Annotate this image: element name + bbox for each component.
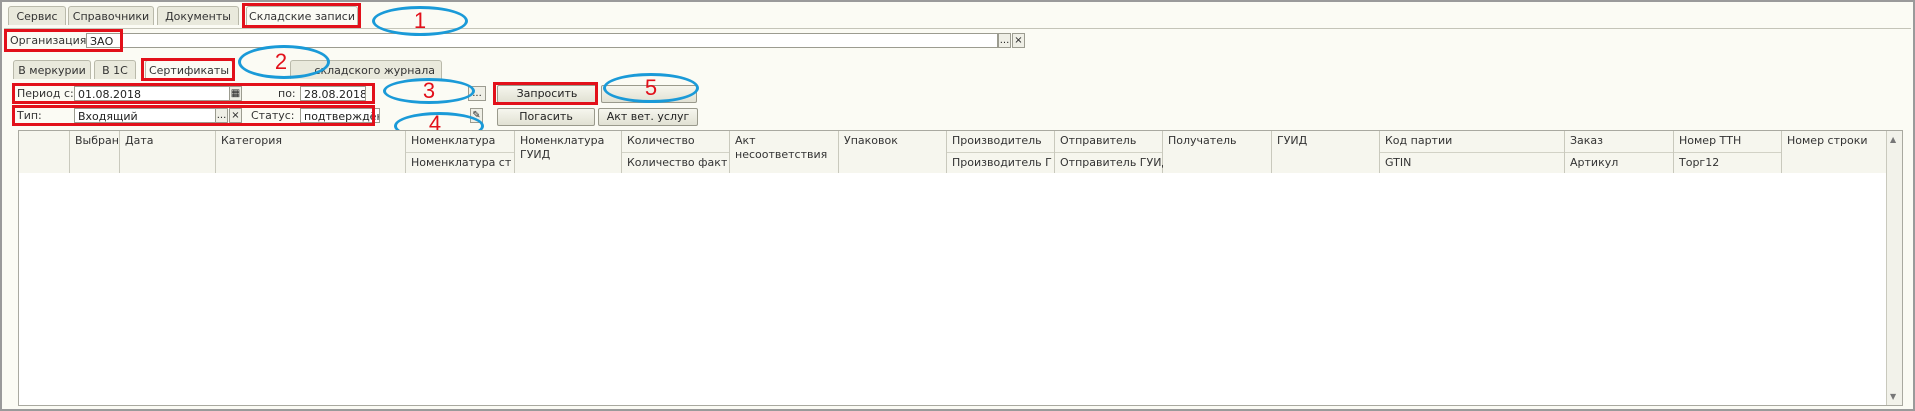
header-divider (622, 152, 729, 153)
scroll-up-icon[interactable]: ▲ (1890, 135, 1896, 144)
tab-service[interactable]: Сервис (8, 6, 66, 25)
col-guid-label: ГУИД (1277, 134, 1308, 147)
header-divider (1380, 152, 1564, 153)
col-date-label: Дата (125, 134, 154, 147)
scroll-down-icon[interactable]: ▼ (1890, 392, 1896, 401)
col-sender-label: Отправитель (1060, 134, 1137, 147)
tab-references[interactable]: Справочники (68, 6, 154, 25)
highlight-box-3 (12, 83, 375, 104)
col-producer[interactable]: Производитель Производитель Г... (947, 131, 1055, 173)
col-producer-label: Производитель (952, 134, 1042, 147)
tab-in-mercury[interactable]: В меркурии (13, 60, 91, 79)
col-selected[interactable]: Выбран (70, 131, 120, 173)
callout-number-1: 1 (413, 8, 427, 33)
col-category[interactable]: Категория (216, 131, 406, 173)
col-batch-code[interactable]: Код партии GTIN (1380, 131, 1565, 173)
col-row-number[interactable]: Номер строки (1782, 131, 1887, 173)
col-order[interactable]: Заказ Артикул (1565, 131, 1674, 173)
extinguish-button[interactable]: Погасить (497, 108, 595, 126)
col-act[interactable]: Акт несоответствия (730, 131, 839, 173)
callout-number-3: 3 (422, 78, 436, 103)
tab-documents[interactable]: Документы (157, 6, 239, 25)
col-nomenclature-guid[interactable]: Номенклатура ГУИД (515, 131, 622, 173)
col-category-label: Категория (221, 134, 282, 147)
callout-number-2: 2 (274, 49, 288, 74)
col-batch-code-label: Код партии (1385, 134, 1453, 147)
col-packaging[interactable]: Упаковок (839, 131, 947, 173)
col-order-label: Заказ (1570, 134, 1604, 147)
col-quantity-fact-label: Количество факт (627, 156, 728, 169)
col-row-marker (19, 131, 70, 173)
col-nomenclature-guid-label: Номенклатура ГУИД (520, 134, 605, 161)
col-ttn[interactable]: Номер ТТН Торг12 (1674, 131, 1782, 173)
col-nomenclature[interactable]: Номенклатура Номенклатура ст... (406, 131, 515, 173)
tab-divider (4, 28, 1911, 29)
certificates-table[interactable]: Выбран Дата Категория Номенклатура Номен… (18, 130, 1903, 406)
col-row-number-label: Номер строки (1787, 134, 1868, 147)
col-recipient[interactable]: Получатель (1163, 131, 1272, 173)
col-gtin-label: GTIN (1385, 156, 1412, 169)
header-divider (1674, 152, 1781, 153)
col-nomenclature-label: Номенклатура (411, 134, 496, 147)
highlight-box-1 (242, 3, 361, 28)
col-selected-label: Выбран (75, 134, 119, 147)
col-nomenclature-st-label: Номенклатура ст... (411, 156, 511, 169)
col-torg12-label: Торг12 (1679, 156, 1720, 169)
org-clear-button[interactable]: × (1012, 33, 1025, 48)
highlight-box-org (4, 29, 123, 52)
highlight-box-4 (12, 105, 375, 126)
col-ttn-label: Номер ТТН (1679, 134, 1742, 147)
org-select-button[interactable]: ... (998, 33, 1011, 48)
header-divider (1565, 152, 1673, 153)
highlight-box-2 (141, 58, 235, 81)
org-field[interactable]: ЗАО (86, 33, 998, 48)
header-divider (1055, 152, 1162, 153)
col-guid[interactable]: ГУИД (1272, 131, 1380, 173)
col-sender[interactable]: Отправитель Отправитель ГУИД (1055, 131, 1170, 173)
col-quantity-label: Количество (627, 134, 695, 147)
callout-number-5: 5 (644, 75, 658, 100)
table-scrollbar[interactable]: ▲ ▼ (1886, 131, 1902, 405)
col-sender-guid-label: Отправитель ГУИД (1060, 156, 1171, 169)
header-divider (947, 152, 1054, 153)
act-vet-services-button[interactable]: Акт вет. услуг (598, 108, 698, 126)
highlight-box-5 (493, 82, 598, 105)
col-recipient-label: Получатель (1168, 134, 1237, 147)
col-producer-g-label: Производитель Г... (952, 156, 1052, 169)
col-act-label: Акт несоответствия (735, 134, 828, 161)
tab-in-1c[interactable]: В 1С (94, 60, 136, 79)
header-divider (406, 152, 514, 153)
col-quantity[interactable]: Количество Количество факт (622, 131, 730, 173)
col-date[interactable]: Дата (120, 131, 216, 173)
col-article-label: Артикул (1570, 156, 1619, 169)
col-packaging-label: Упаковок (844, 134, 898, 147)
